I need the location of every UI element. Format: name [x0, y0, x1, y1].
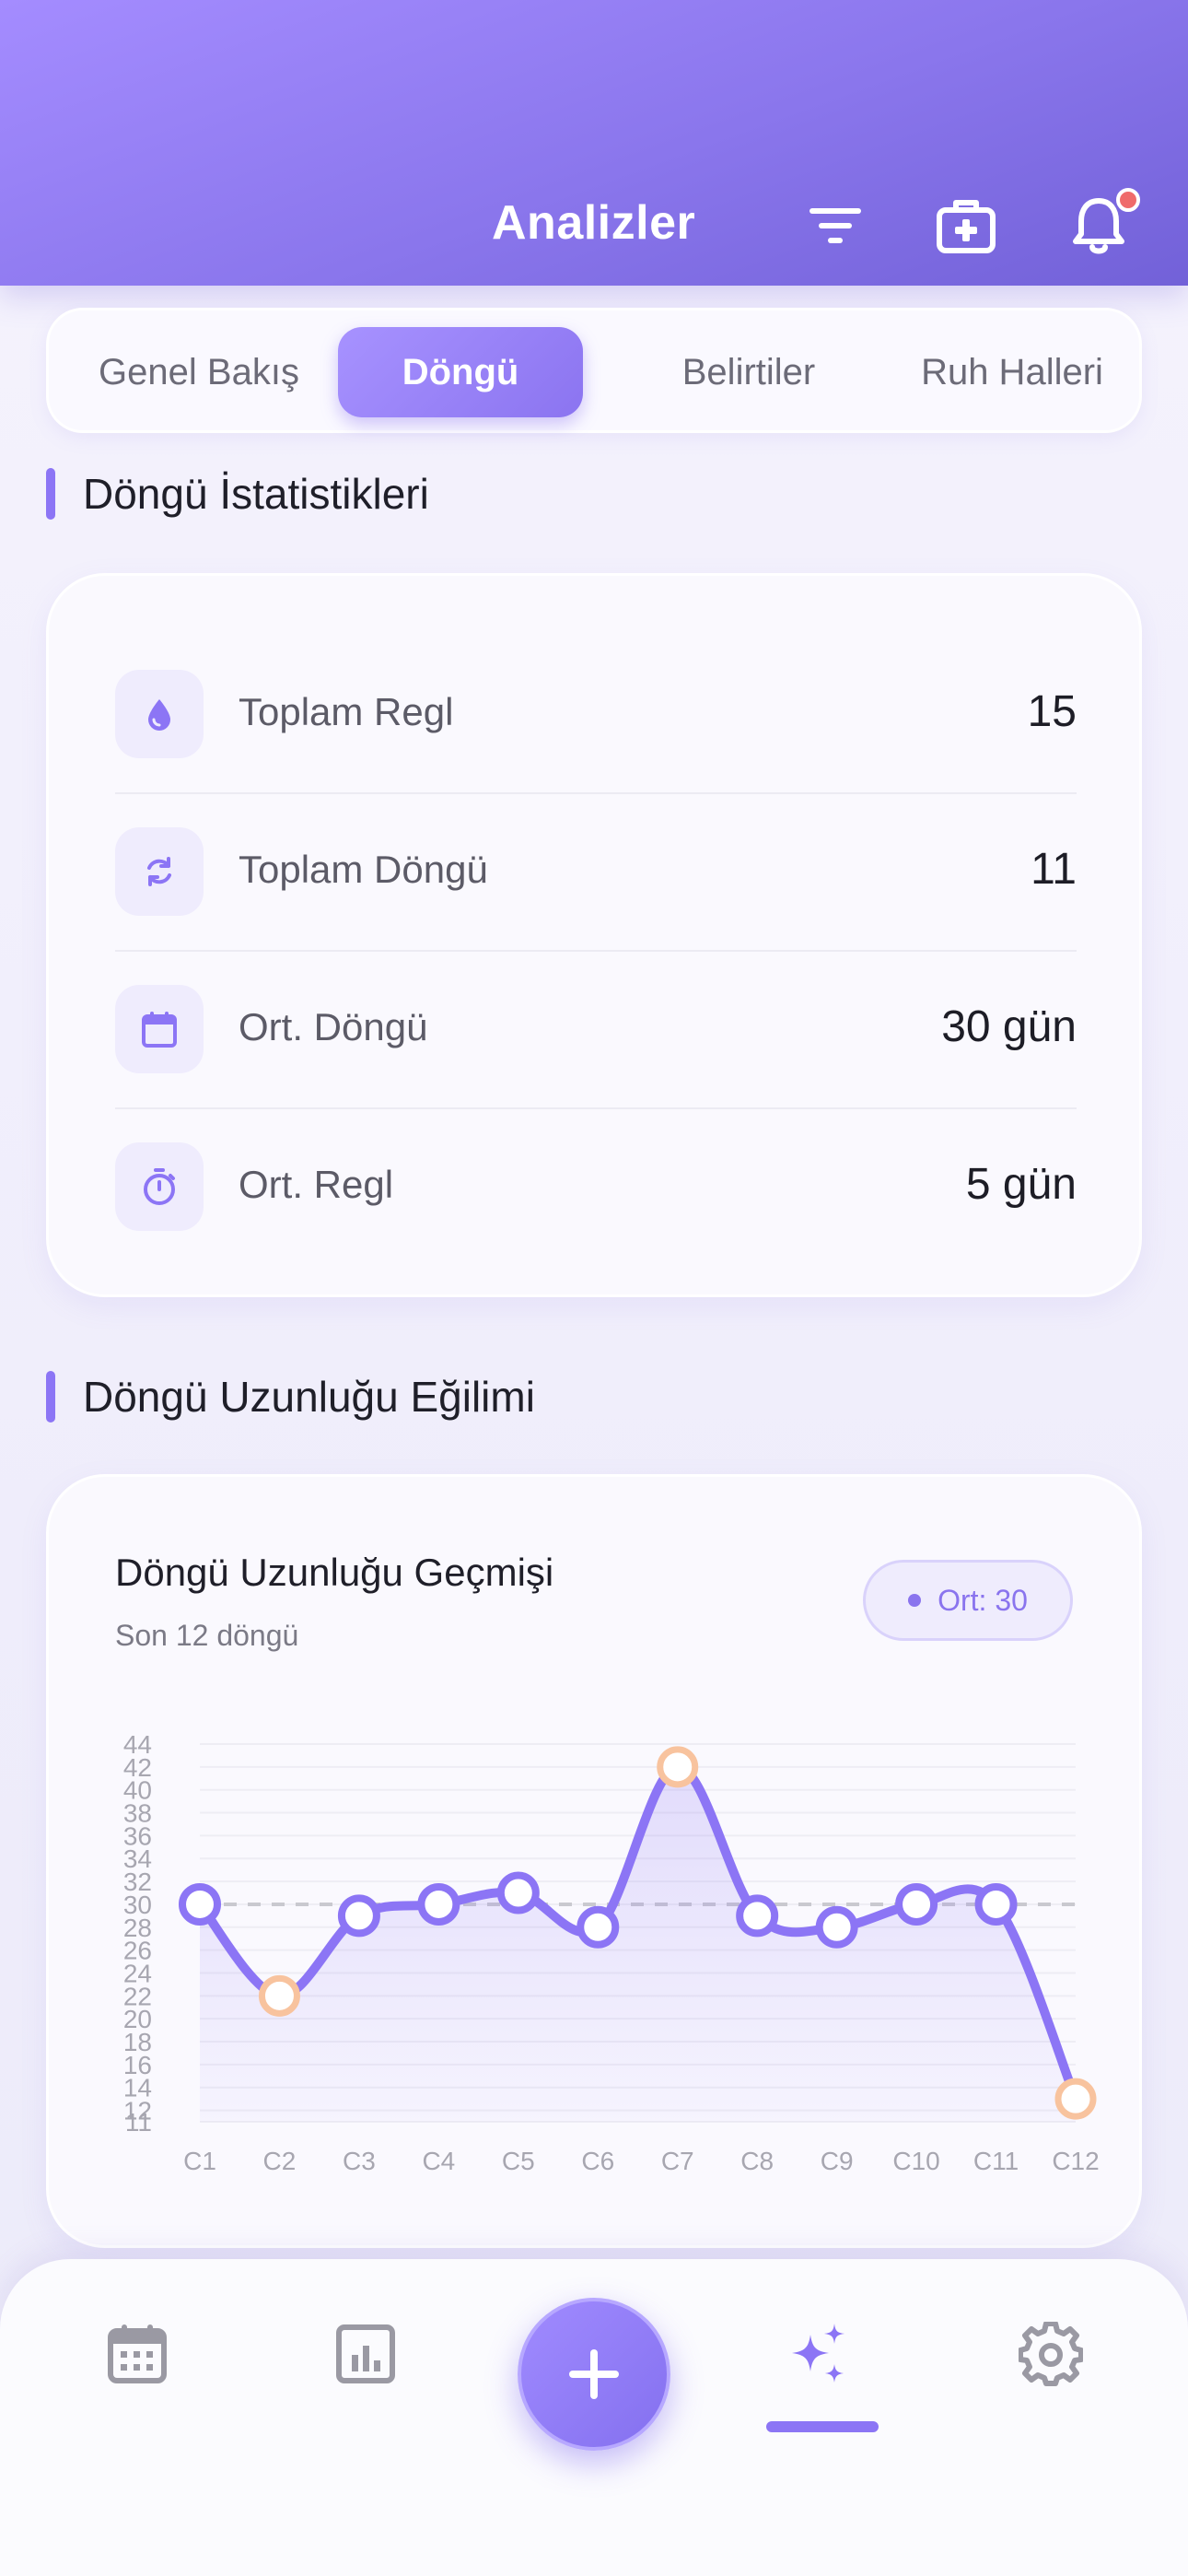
x-tick-label: C3 [343, 2147, 376, 2175]
data-point [736, 1894, 779, 1938]
y-tick-label: 11 [125, 2108, 152, 2137]
plus-icon [569, 2349, 619, 2399]
sparkle-icon[interactable] [786, 2322, 851, 2386]
stat-value: 15 [1027, 687, 1077, 736]
tab-belirtiler[interactable]: Belirtiler [611, 327, 887, 417]
x-tick-label: C4 [422, 2147, 455, 2175]
stat-row-total-periods: Toplam Regl 15 [115, 637, 1077, 794]
filter-icon[interactable] [803, 193, 868, 258]
x-tick-label: C7 [661, 2147, 694, 2175]
stat-row-total-cycles: Toplam Döngü 11 [115, 794, 1077, 952]
stat-row-avg-cycle: Ort. Döngü 30 gün [115, 952, 1077, 1109]
data-point [815, 1905, 858, 1949]
section-accent-bar [46, 468, 55, 520]
section-title: Döngü Uzunluğu Eğilimi [83, 1373, 535, 1421]
calendar-icon [115, 985, 204, 1073]
stat-label: Toplam Döngü [239, 848, 488, 891]
cycle-length-chart-card: Döngü Uzunluğu Geçmişi Son 12 döngü Ort:… [46, 1474, 1142, 2248]
data-point [258, 1974, 300, 2017]
x-tick-label: C8 [740, 2147, 774, 2175]
section-title: Döngü İstatistikleri [83, 470, 429, 518]
x-tick-label: C10 [892, 2147, 939, 2175]
data-point [577, 1905, 620, 1949]
data-point [179, 1882, 221, 1926]
data-point [496, 1871, 540, 1914]
calendar-icon[interactable] [105, 2322, 169, 2386]
tab-genel-bakis[interactable]: Genel Bakış [65, 327, 332, 417]
medical-kit-icon[interactable] [934, 193, 998, 258]
stat-value: 11 [1031, 845, 1077, 894]
data-point [974, 1882, 1018, 1926]
stat-value: 5 gün [965, 1160, 1077, 1209]
stats-icon[interactable] [333, 2322, 398, 2386]
active-tab-indicator [766, 2421, 879, 2432]
data-point [337, 1894, 380, 1938]
stat-value: 30 gün [941, 1002, 1077, 1051]
add-button[interactable] [518, 2298, 670, 2451]
page-title: Analizler [492, 196, 696, 250]
stat-label: Ort. Döngü [239, 1005, 428, 1048]
x-tick-label: C5 [502, 2147, 535, 2175]
x-tick-label: C2 [263, 2147, 297, 2175]
trend-section-header: Döngü Uzunluğu Eğilimi [46, 1371, 535, 1423]
refresh-icon [115, 827, 204, 916]
x-tick-label: C11 [973, 2147, 1019, 2175]
notification-badge [1116, 188, 1140, 212]
data-point [417, 1882, 460, 1926]
gear-icon[interactable] [1019, 2322, 1083, 2386]
cycle-length-line-chart: 444240383634323028262422201816141211C1 C2… [123, 1730, 1100, 2175]
stats-card: Toplam Regl 15 Toplam Döngü 11 Ort. Döng… [46, 573, 1142, 1297]
data-point [657, 1746, 699, 1788]
tab-dongu[interactable]: Döngü [338, 327, 583, 417]
tab-ruh-halleri[interactable]: Ruh Halleri [883, 327, 1141, 417]
drop-icon [115, 670, 204, 758]
section-accent-bar [46, 1371, 55, 1423]
segment-tabs: Genel Bakış Döngü Belirtiler Ruh Halleri [46, 308, 1142, 433]
x-tick-label: C9 [821, 2147, 854, 2175]
stat-row-avg-period: Ort. Regl 5 gün [115, 1109, 1077, 1267]
data-point [895, 1882, 938, 1926]
stat-label: Ort. Regl [239, 1163, 394, 1206]
x-tick-label: C6 [581, 2147, 614, 2175]
timer-icon [115, 1142, 204, 1231]
stat-label: Toplam Regl [239, 690, 454, 733]
stats-section-header: Döngü İstatistikleri [46, 468, 429, 520]
data-point [1054, 2078, 1097, 2120]
x-tick-label: C12 [1052, 2147, 1099, 2175]
x-tick-label: C1 [183, 2147, 216, 2175]
